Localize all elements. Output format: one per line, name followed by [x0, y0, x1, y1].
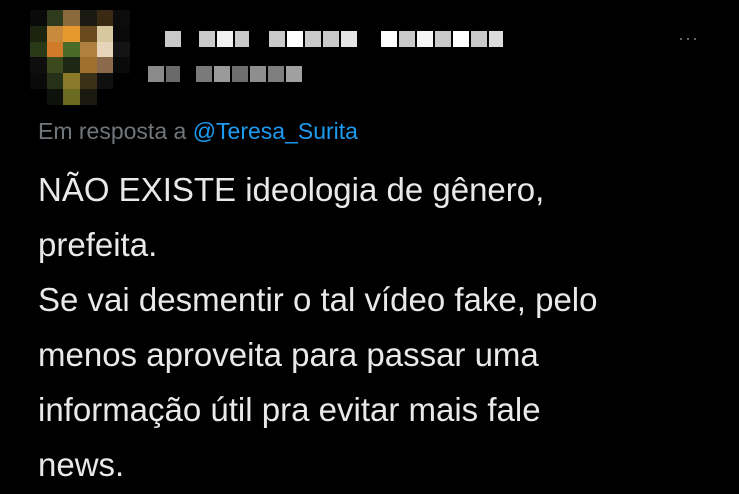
tweet-text: NÃO EXISTE ideologia de gênero, prefeita…: [38, 162, 718, 492]
tweet-line: NÃO EXISTE ideologia de gênero,: [38, 171, 545, 208]
reply-context: Em resposta a @Teresa_Surita: [38, 118, 358, 145]
reply-prefix: Em resposta a: [38, 118, 187, 144]
tweet-line: Se vai desmentir o tal vídeo fake, pelo: [38, 281, 598, 318]
display-name[interactable]: [165, 31, 503, 47]
tweet-line: informação útil pra evitar mais fale: [38, 391, 541, 428]
avatar[interactable]: [30, 10, 130, 105]
reply-mention-link[interactable]: @Teresa_Surita: [193, 118, 358, 144]
tweet-line: news.: [38, 446, 125, 483]
tweet-line: menos aproveita para passar uma: [38, 336, 539, 373]
more-options-icon[interactable]: ···: [678, 28, 699, 49]
tweet-line: prefeita.: [38, 226, 158, 263]
username: [148, 66, 302, 82]
